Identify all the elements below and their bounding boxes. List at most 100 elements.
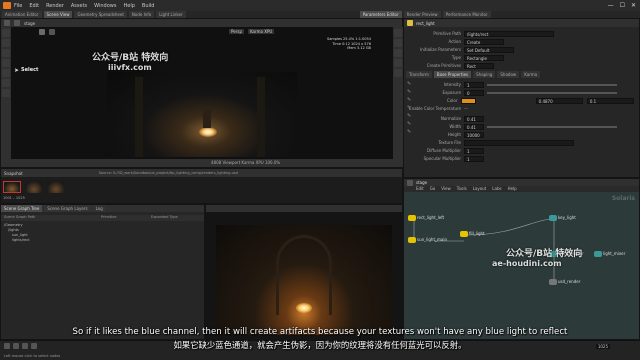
network-node[interactable]: rect_light_left <box>408 215 444 221</box>
tab-geometry-spreadsheet[interactable]: Geometry Spreadsheet <box>74 11 127 18</box>
edit-pencil-icon[interactable]: ✎ <box>407 113 411 119</box>
network-node[interactable]: usd_render <box>549 279 580 285</box>
tab-animation-editor[interactable]: Animation Editor <box>2 11 42 18</box>
tab-parameters[interactable]: Parameters Editor <box>359 11 402 18</box>
scale-tool-icon[interactable] <box>2 59 10 67</box>
param-field[interactable]: 1 <box>464 147 484 154</box>
usd-node-icon <box>549 279 557 285</box>
tab-transform[interactable]: Transform <box>406 71 432 78</box>
tab-scene-view[interactable]: Scene View <box>43 11 73 18</box>
viewport-path[interactable]: stage <box>24 21 35 26</box>
checkbox[interactable]: — <box>464 106 468 111</box>
param-field[interactable]: 0 <box>464 89 484 96</box>
param-field[interactable]: /lights/rect <box>464 30 554 37</box>
tree-row[interactable]: lights/rect <box>4 238 30 243</box>
tab-shadow[interactable]: Shadow <box>497 71 520 78</box>
param-field[interactable]: Rectangle <box>464 54 504 61</box>
param-label: Action <box>448 39 461 44</box>
move-tool-icon[interactable] <box>2 39 10 47</box>
param-field[interactable]: 0.41 <box>464 115 484 122</box>
slider-track[interactable] <box>487 125 617 128</box>
back-icon[interactable] <box>4 20 10 26</box>
persp-label[interactable]: Persp <box>229 29 244 34</box>
tab-scene-graph-tree[interactable]: Scene Graph Tree <box>1 205 43 212</box>
tab-light-linker[interactable]: Light Linker <box>156 11 186 18</box>
menu-file[interactable]: File <box>14 3 22 9</box>
display-options-icon[interactable] <box>394 29 402 37</box>
edit-pencil-icon[interactable]: ✎ <box>407 105 411 111</box>
network-node[interactable]: fill_light <box>460 231 485 237</box>
tab-karma[interactable]: Karma <box>521 71 541 78</box>
snapshot-thumb-1[interactable] <box>3 181 21 193</box>
param-row: Color 0.4870 0.1 <box>404 97 634 104</box>
menu-render[interactable]: Render <box>46 3 64 9</box>
param-field[interactable]: Rect <box>464 62 494 69</box>
render-stop-icon[interactable] <box>49 28 55 35</box>
color-swatch[interactable] <box>460 97 476 104</box>
rotate-tool-icon[interactable] <box>2 49 10 57</box>
forward-icon[interactable] <box>14 20 20 26</box>
tab-scene-graph-layers[interactable]: Scene Graph Layers <box>44 205 91 212</box>
ghost-icon[interactable] <box>394 69 402 77</box>
tab-shaping[interactable]: Shaping <box>473 71 496 78</box>
param-field[interactable]: Set Default <box>464 46 514 53</box>
snapshot-thumb-2[interactable] <box>25 181 43 193</box>
snap-tool-icon[interactable] <box>2 89 10 97</box>
param-label: Specular Multiplier <box>423 156 461 161</box>
maximize-button[interactable]: ☐ <box>620 2 625 9</box>
param-field[interactable]: 0.41 <box>464 123 484 130</box>
edit-pencil-icon[interactable]: ✎ <box>407 97 411 103</box>
param-field[interactable]: 1 <box>464 155 484 162</box>
shading-mode-icon[interactable] <box>394 39 402 47</box>
tab-base-properties[interactable]: Base Properties <box>433 71 472 78</box>
param-row: Type Rectangle <box>404 54 634 61</box>
tab-log[interactable]: Log <box>92 205 106 212</box>
menu-windows[interactable]: Windows <box>94 3 116 9</box>
tab-performance-monitor[interactable]: Performance Monitor <box>442 11 491 18</box>
edit-pencil-icon[interactable]: ✎ <box>407 129 411 135</box>
menu-help[interactable]: Help <box>123 3 134 9</box>
col-primitive[interactable]: Primitive <box>101 215 151 221</box>
edit-pencil-icon[interactable]: ✎ <box>407 89 411 95</box>
color-field-2[interactable]: 0.1 <box>586 97 634 104</box>
network-node[interactable]: key_light <box>549 215 576 221</box>
param-label: Primitive Path <box>433 31 461 36</box>
minimize-button[interactable]: — <box>608 2 614 9</box>
render-play-icon[interactable] <box>39 28 45 35</box>
param-label: Height <box>447 132 461 137</box>
viewport-3d-view[interactable]: Select ➤ Persp Karma XPU Samples 25.4% 1… <box>11 27 393 159</box>
watermark-top-cn: 公众号/B站 特效向 <box>92 53 169 63</box>
lighting-mode-icon[interactable] <box>394 59 402 67</box>
param-field[interactable]: Create <box>464 38 504 45</box>
menu-assets[interactable]: Assets <box>71 3 87 9</box>
slider-track[interactable] <box>487 91 617 94</box>
render-engine-label[interactable]: Karma XPU <box>248 29 275 34</box>
menu-build[interactable]: Build <box>142 3 155 9</box>
color-field-1[interactable]: 0.4870 <box>535 97 583 104</box>
close-button[interactable]: ✕ <box>631 2 636 9</box>
light-tool-icon[interactable] <box>2 69 10 77</box>
param-label: Create Primitives <box>426 63 461 68</box>
col-path[interactable]: Scene Graph Path <box>1 215 101 221</box>
edit-pencil-icon[interactable]: ✎ <box>407 81 411 87</box>
tab-node-info[interactable]: Node Info <box>128 11 155 18</box>
tab-render-preview[interactable]: Render Preview <box>403 11 441 18</box>
network-node[interactable]: sun_light_main <box>408 237 447 243</box>
menu-edit[interactable]: Edit <box>29 3 39 9</box>
statue-silhouette <box>203 110 211 128</box>
snapshot-thumb-3[interactable] <box>47 181 65 193</box>
snapshot-label[interactable]: Snapshot <box>4 171 23 176</box>
wireframe-icon[interactable] <box>394 49 402 57</box>
param-field[interactable] <box>464 139 574 146</box>
param-row: Exposure 0 <box>404 89 634 96</box>
network-node[interactable]: light_mixer <box>594 251 625 257</box>
param-field[interactable]: 1 <box>464 81 484 88</box>
params-node-name[interactable]: rect_light <box>416 21 435 26</box>
edit-pencil-icon[interactable]: ✎ <box>407 121 411 127</box>
camera-tool-icon[interactable] <box>2 79 10 87</box>
select-tool-icon[interactable] <box>2 29 10 37</box>
col-type[interactable]: Expanded Type <box>151 215 178 221</box>
param-field[interactable]: 10000 <box>464 131 484 138</box>
slider-track[interactable] <box>487 83 617 86</box>
scene-graph-header: Scene Graph Path Primitive Expanded Type <box>1 215 204 221</box>
